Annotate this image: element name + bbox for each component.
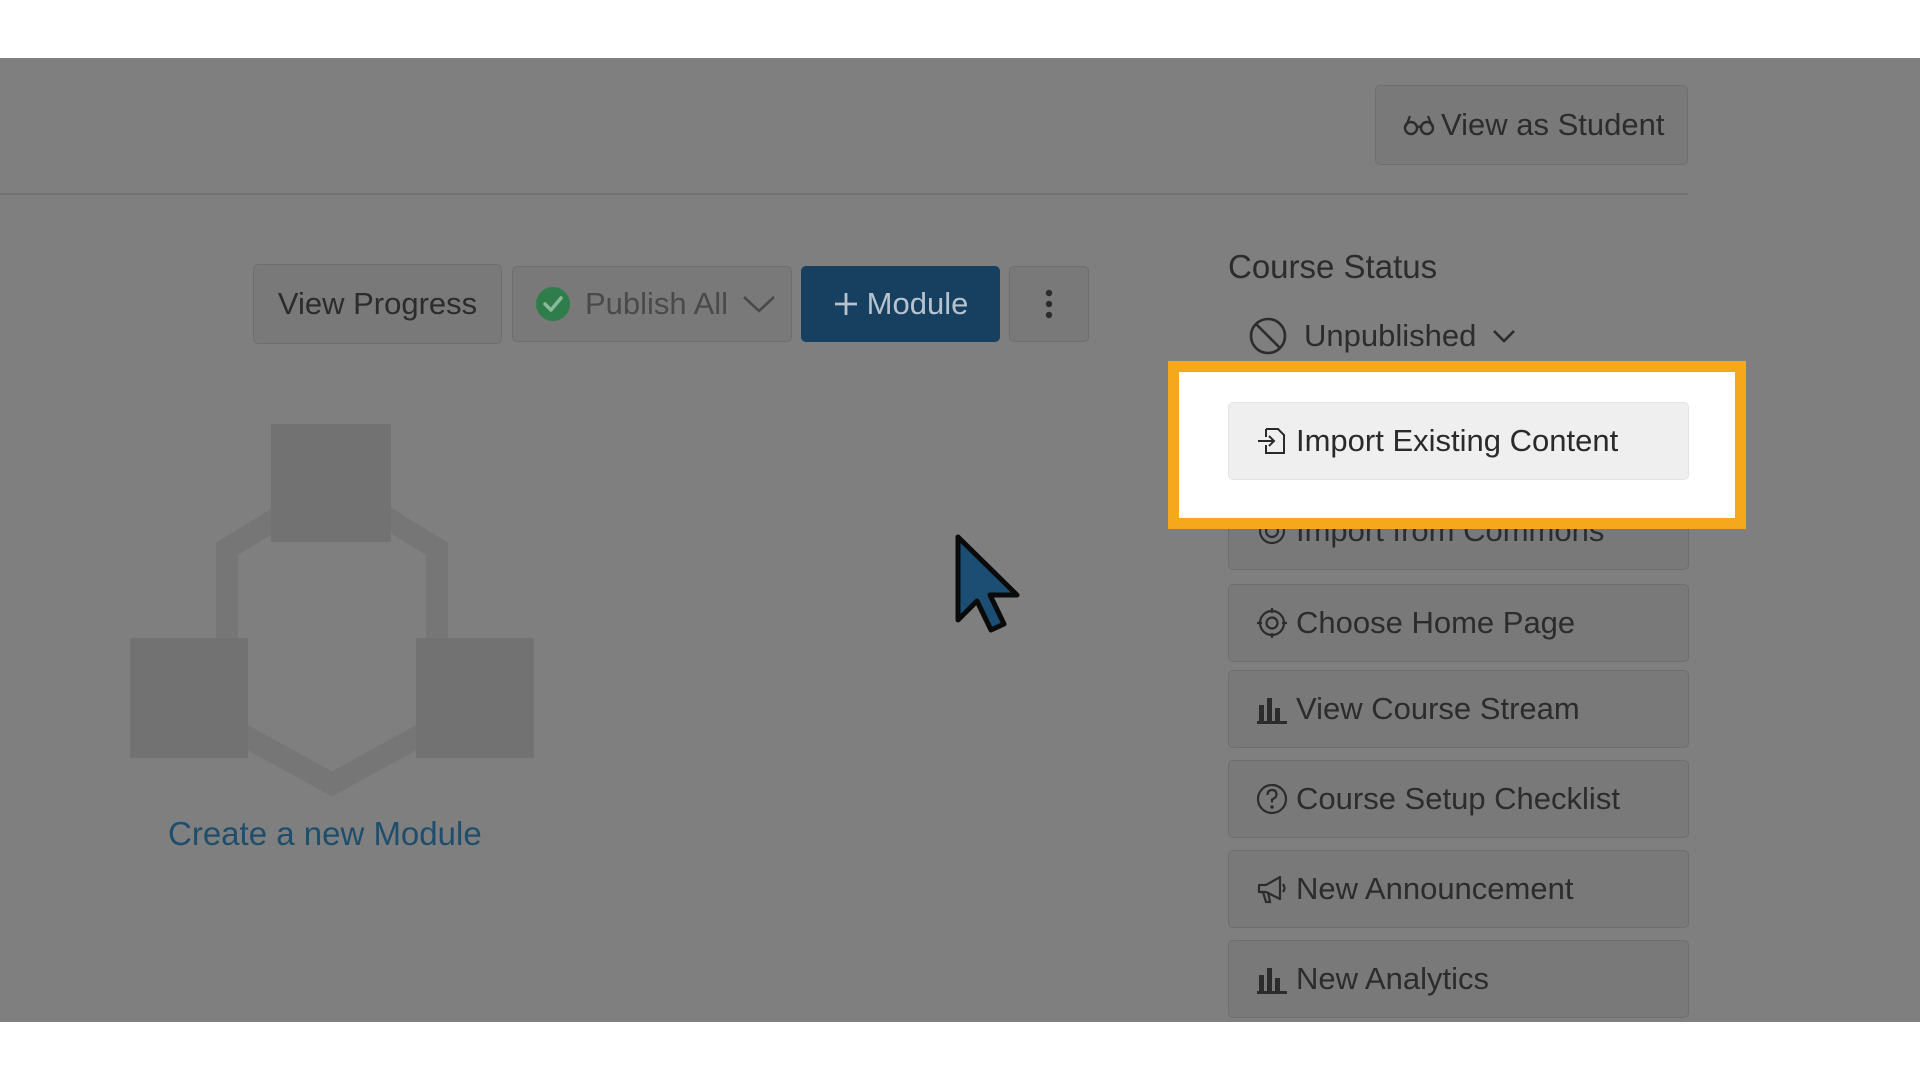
import-existing-content-button[interactable]: Import Existing Content	[1228, 402, 1689, 480]
more-options-button[interactable]	[1009, 266, 1089, 342]
course-status-heading: Course Status	[1228, 248, 1438, 285]
import-existing-content-label: Import Existing Content	[1296, 423, 1619, 458]
choose-home-page-label: Choose Home Page	[1296, 605, 1576, 640]
bar-chart-icon	[1256, 963, 1288, 995]
view-progress-label: View Progress	[277, 286, 478, 321]
add-module-button[interactable]: Module	[801, 266, 1000, 342]
course-status-value: Unpublished	[1304, 318, 1477, 353]
glasses-icon	[1403, 112, 1435, 138]
plus-icon	[833, 291, 859, 317]
question-circle-icon	[1256, 783, 1288, 815]
kebab-menu-icon	[1045, 289, 1053, 319]
import-icon	[1256, 425, 1288, 457]
course-status-dropdown[interactable]: Unpublished	[1248, 312, 1516, 360]
choose-home-page-button[interactable]: Choose Home Page	[1228, 584, 1689, 662]
view-course-stream-label: View Course Stream	[1296, 691, 1580, 726]
chevron-down-icon	[742, 294, 776, 314]
publish-all-label: Publish All	[585, 286, 729, 321]
new-analytics-button[interactable]: New Analytics	[1228, 940, 1689, 1018]
view-as-student-button[interactable]: View as Student	[1375, 85, 1688, 165]
new-announcement-button[interactable]: New Announcement	[1228, 850, 1689, 928]
publish-all-button[interactable]: Publish All	[512, 266, 792, 342]
target-icon	[1256, 607, 1288, 639]
course-setup-checklist-label: Course Setup Checklist	[1296, 781, 1620, 816]
megaphone-icon	[1256, 873, 1288, 905]
course-setup-checklist-button[interactable]: Course Setup Checklist	[1228, 760, 1689, 838]
check-circle-icon	[535, 286, 571, 322]
create-new-module-link[interactable]: Create a new Module	[168, 815, 482, 853]
new-analytics-label: New Analytics	[1296, 961, 1489, 996]
module-illustration	[127, 424, 537, 809]
new-announcement-label: New Announcement	[1296, 871, 1574, 906]
bar-chart-icon	[1256, 693, 1288, 725]
view-as-student-label: View as Student	[1441, 107, 1665, 142]
chevron-down-icon	[1492, 328, 1516, 344]
add-module-label: Module	[866, 286, 969, 321]
view-progress-button[interactable]: View Progress	[253, 264, 502, 344]
unpublished-icon	[1248, 316, 1288, 356]
modules-page: View as Student View Progress Publish Al…	[0, 58, 1920, 1022]
header-divider	[0, 193, 1688, 195]
view-course-stream-button[interactable]: View Course Stream	[1228, 670, 1689, 748]
mouse-cursor-icon	[955, 534, 1025, 639]
